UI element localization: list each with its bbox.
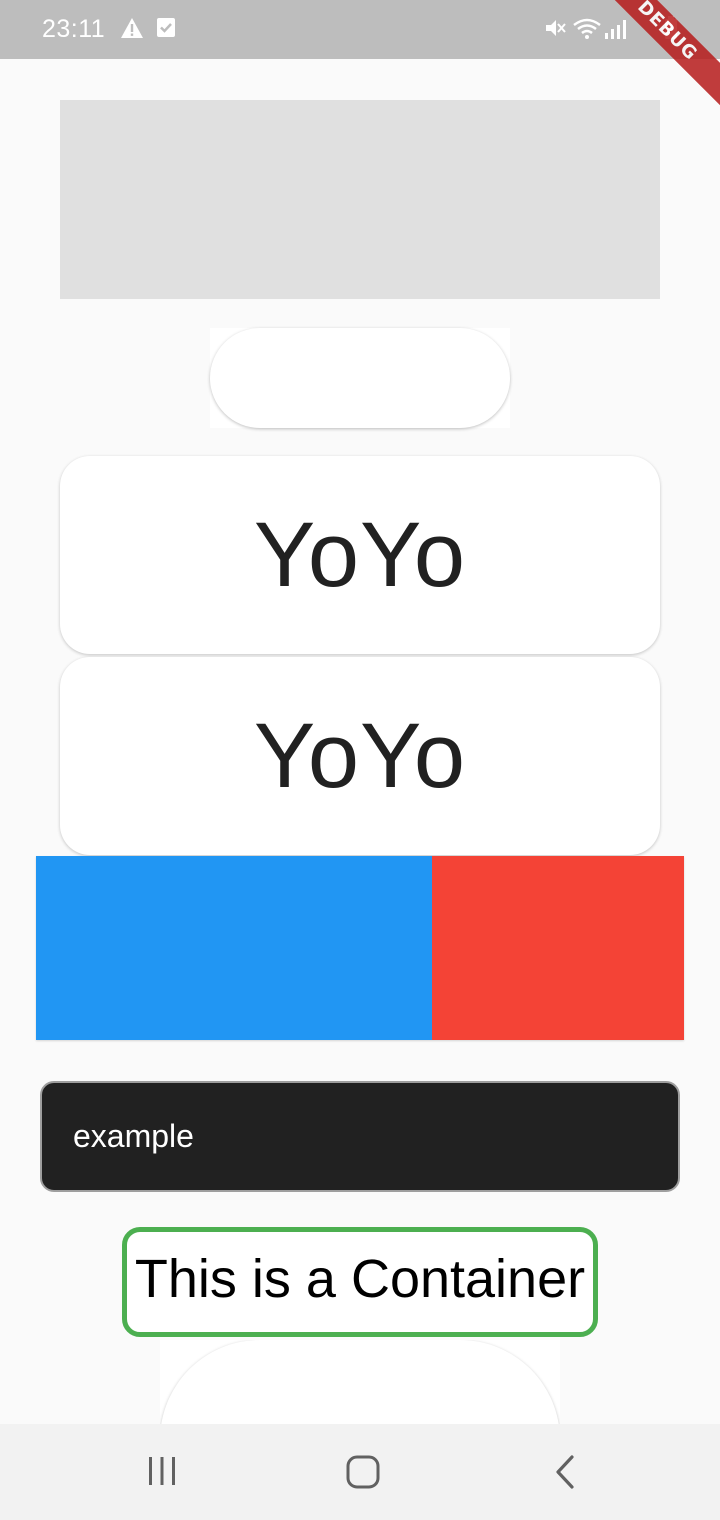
wifi-icon	[572, 16, 602, 45]
signal-icon	[604, 16, 630, 45]
warning-icon	[120, 17, 144, 44]
pill-button-container	[210, 328, 510, 428]
pill-button[interactable]	[210, 328, 510, 428]
navigation-bar	[0, 1424, 720, 1520]
bottom-pill-container	[160, 1340, 560, 1424]
checkbox-notification-icon	[156, 17, 176, 43]
back-icon[interactable]	[552, 1454, 578, 1495]
red-block	[432, 856, 684, 1040]
grey-placeholder-box	[60, 100, 660, 299]
blue-block	[36, 856, 432, 1040]
recents-icon[interactable]	[146, 1454, 178, 1493]
yoyo-card-label: YoYo	[253, 704, 467, 807]
example-text-value: example	[73, 1118, 194, 1154]
color-block-row	[36, 856, 684, 1040]
bottom-pill-button[interactable]	[160, 1340, 560, 1424]
status-time: 23:11	[42, 15, 106, 43]
yoyo-card-label: YoYo	[253, 503, 467, 606]
status-bar: 23:11	[0, 0, 720, 59]
home-icon[interactable]	[345, 1454, 381, 1495]
example-text-field[interactable]: example	[40, 1081, 680, 1192]
mute-icon	[543, 16, 567, 45]
container-text: This is a Container	[134, 1249, 586, 1309]
green-bordered-container: This is a Container	[122, 1227, 598, 1337]
yoyo-card[interactable]: YoYo	[60, 456, 660, 654]
yoyo-card[interactable]: YoYo	[60, 657, 660, 855]
